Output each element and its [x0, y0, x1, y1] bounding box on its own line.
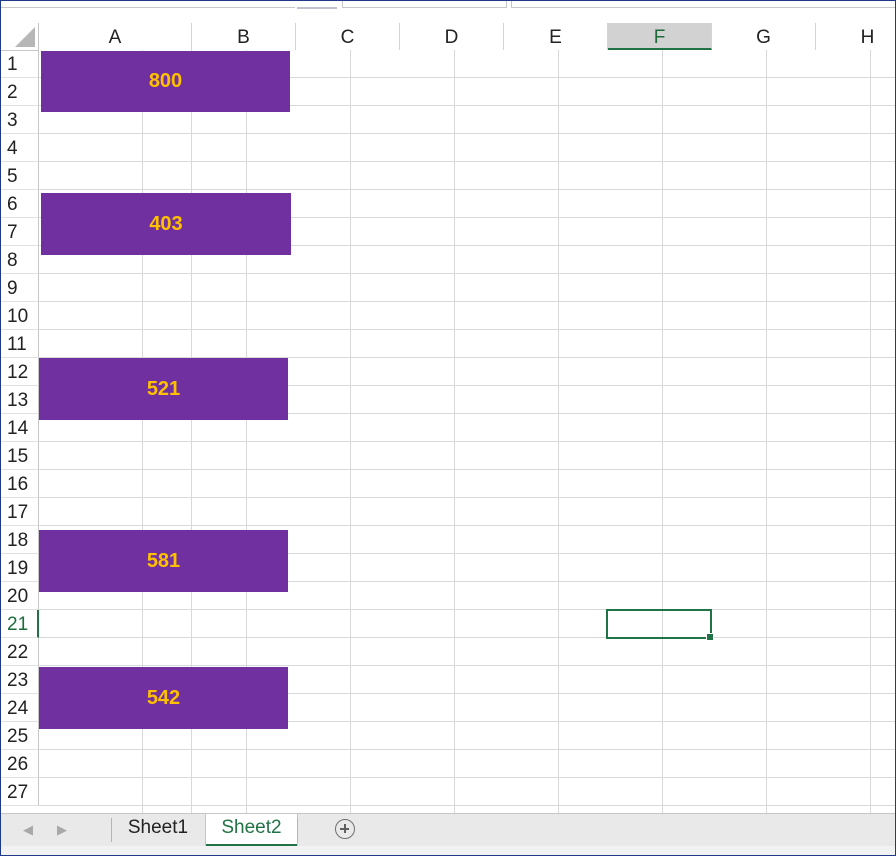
value-shape[interactable]: 800 [41, 51, 290, 112]
row-header[interactable]: 10 [1, 302, 39, 330]
select-all-icon [15, 27, 35, 47]
row-header[interactable]: 15 [1, 442, 39, 470]
column-header-h[interactable]: H [816, 23, 895, 50]
value-shape[interactable]: 542 [39, 667, 288, 729]
row-header[interactable]: 2 [1, 78, 39, 106]
column-headers: A B C D E F G H [1, 23, 895, 51]
row-header[interactable]: 11 [1, 330, 39, 358]
tab-divider [111, 818, 112, 842]
status-bar [1, 846, 895, 855]
row-header[interactable]: 1 [1, 50, 39, 78]
value-shape[interactable]: 521 [39, 358, 288, 420]
row-header[interactable]: 18 [1, 526, 39, 554]
row-header[interactable]: 4 [1, 134, 39, 162]
tab-sheet1[interactable]: Sheet1 [115, 814, 201, 844]
chevron-left-icon[interactable]: ◀ [21, 822, 35, 838]
sheet-tab-bar: ◀ ▶ Sheet1 Sheet2 [1, 813, 895, 846]
row-header[interactable]: 20 [1, 582, 39, 610]
row-header[interactable]: 8 [1, 246, 39, 274]
row-header[interactable]: 12 [1, 358, 39, 386]
formula-input[interactable] [511, 1, 895, 8]
row-header[interactable]: 22 [1, 638, 39, 666]
formula-bar-controls[interactable] [342, 1, 507, 8]
row-header[interactable]: 13 [1, 386, 39, 414]
value-shape[interactable]: 403 [41, 193, 291, 255]
row-header[interactable]: 21 [1, 610, 39, 638]
row-header[interactable]: 24 [1, 694, 39, 722]
fill-handle[interactable] [706, 633, 714, 641]
row-header[interactable]: 26 [1, 750, 39, 778]
formula-bar-area [1, 1, 895, 23]
name-box[interactable] [1, 1, 295, 8]
column-header-b[interactable]: B [192, 23, 296, 50]
row-header[interactable]: 5 [1, 162, 39, 190]
column-header-a[interactable]: A [39, 23, 192, 50]
plus-circle-icon[interactable] [335, 819, 355, 839]
column-header-f[interactable]: F [608, 23, 712, 50]
row-header[interactable]: 16 [1, 470, 39, 498]
chevron-right-icon[interactable]: ▶ [55, 822, 69, 838]
tab-sheet2[interactable]: Sheet2 [206, 814, 297, 846]
value-shape[interactable]: 581 [39, 530, 288, 592]
tab-divider [297, 818, 298, 842]
select-all-button[interactable] [1, 23, 39, 50]
row-header[interactable]: 14 [1, 414, 39, 442]
row-header[interactable]: 25 [1, 722, 39, 750]
row-header[interactable]: 17 [1, 498, 39, 526]
row-header[interactable]: 6 [1, 190, 39, 218]
row-header[interactable]: 9 [1, 274, 39, 302]
row-header[interactable]: 3 [1, 106, 39, 134]
column-header-d[interactable]: D [400, 23, 504, 50]
row-header[interactable]: 7 [1, 218, 39, 246]
column-header-e[interactable]: E [504, 23, 608, 50]
row-header[interactable]: 23 [1, 666, 39, 694]
spreadsheet-window: A B C D E F G H 1 2 3 4 5 6 7 8 9 10 11 12 13 14 15 16 1… [0, 0, 896, 856]
row-header[interactable]: 19 [1, 554, 39, 582]
active-cell-f21[interactable] [606, 609, 714, 641]
formula-bar-divider [297, 1, 337, 9]
column-header-g[interactable]: G [712, 23, 816, 50]
row-header[interactable]: 27 [1, 778, 39, 806]
column-header-c[interactable]: C [296, 23, 400, 50]
